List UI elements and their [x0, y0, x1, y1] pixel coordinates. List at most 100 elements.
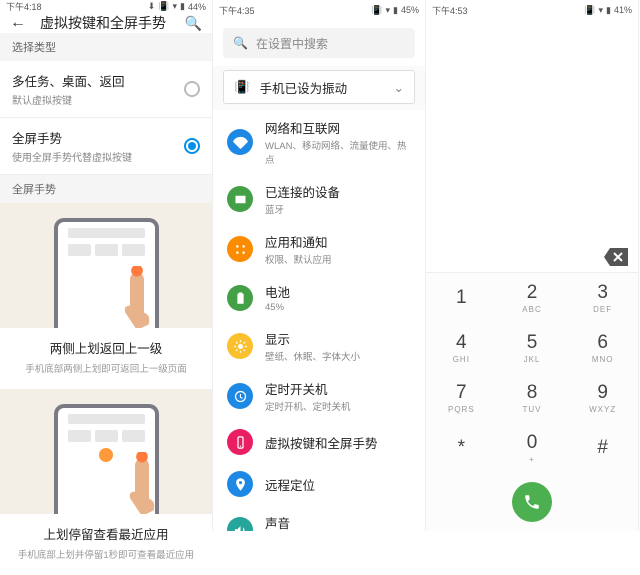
- radio-icon: [184, 81, 200, 97]
- battery-label: 44%: [188, 2, 206, 12]
- key-letters: ABC: [522, 305, 541, 314]
- key-number: 4: [456, 332, 467, 354]
- vibrate-icon: 📳: [371, 5, 382, 16]
- radio-default-navkeys[interactable]: 多任务、桌面、返回 默认虚拟按键: [0, 61, 212, 118]
- gesture-title: 上划停留查看最近应用: [6, 524, 206, 543]
- gesture-subtitle: 手机底部上划并停留1秒即可查看最近应用: [6, 547, 206, 561]
- hand-icon: [102, 266, 172, 328]
- key-letters: TUV: [522, 405, 541, 414]
- dial-key-7[interactable]: 7PQRS: [426, 373, 497, 423]
- dial-key-#[interactable]: #: [567, 423, 638, 473]
- settings-row-title: 虚拟按键和全屏手势: [265, 433, 378, 452]
- status-time: 下午4:53: [432, 4, 468, 17]
- key-number: 6: [597, 332, 608, 354]
- settings-row[interactable]: 虚拟按键和全屏手势: [213, 421, 425, 463]
- radio-sublabel: 默认虚拟按键: [12, 92, 125, 107]
- radio-icon-checked: [184, 138, 200, 154]
- settings-icon: [227, 471, 253, 497]
- gesture-title: 两侧上划返回上一级: [6, 338, 206, 357]
- battery-label: 41%: [614, 5, 632, 15]
- dial-key-3[interactable]: 3DEF: [567, 273, 638, 323]
- dial-key-2[interactable]: 2ABC: [497, 273, 568, 323]
- settings-list: 网络和互联网WLAN、移动网络、流量使用、热点 已连接的设备蓝牙 应用和通知权限…: [213, 110, 425, 531]
- key-letters: DEF: [593, 305, 612, 314]
- radio-sublabel: 使用全屏手势代替虚拟按键: [12, 149, 132, 164]
- settings-row[interactable]: 显示壁纸、休眠、字体大小: [213, 321, 425, 371]
- backspace-icon[interactable]: [604, 248, 628, 266]
- settings-row-subtitle: 权限、默认应用: [265, 252, 332, 266]
- dial-keypad: 12ABC3DEF4GHI5JKL6MNO7PQRS8TUV9WXYZ*0+#: [426, 272, 638, 473]
- status-bar: 下午4:35 📳 ▾ ▮ 45%: [213, 0, 425, 20]
- status-time: 下午4:18: [6, 0, 42, 13]
- download-icon: ⬇: [148, 1, 156, 12]
- settings-row-title: 显示: [265, 329, 360, 348]
- settings-row-title: 网络和互联网: [265, 118, 411, 137]
- settings-row[interactable]: 声音音量、振动、勿扰: [213, 505, 425, 531]
- dial-key-6[interactable]: 6MNO: [567, 323, 638, 373]
- settings-row[interactable]: 网络和互联网WLAN、移动网络、流量使用、热点: [213, 110, 425, 174]
- settings-row-title: 应用和通知: [265, 232, 332, 251]
- search-icon: 🔍: [233, 36, 248, 50]
- settings-search[interactable]: 🔍 在设置中搜索: [223, 28, 415, 58]
- key-number: 2: [527, 282, 538, 304]
- chevron-down-icon: ⌄: [394, 80, 404, 95]
- dial-key-4[interactable]: 4GHI: [426, 323, 497, 373]
- vibrate-icon: 📳: [158, 1, 169, 12]
- radio-label: 全屏手势: [12, 128, 132, 147]
- key-letters: +: [529, 455, 535, 464]
- settings-row[interactable]: 远程定位: [213, 463, 425, 505]
- settings-row-title: 定时开关机: [265, 379, 351, 398]
- dial-key-*[interactable]: *: [426, 423, 497, 473]
- dial-key-1[interactable]: 1: [426, 273, 497, 323]
- key-number: 1: [456, 287, 467, 309]
- search-icon[interactable]: 🔍: [185, 15, 202, 32]
- status-icons: 📳 ▾ ▮ 41%: [584, 5, 632, 16]
- key-number: 8: [527, 382, 538, 404]
- dial-display: [426, 20, 638, 272]
- gesture-card-swipe-hold: 上划停留查看最近应用 手机底部上划并停留1秒即可查看最近应用: [0, 389, 212, 575]
- settings-row-title: 声音: [265, 513, 341, 531]
- status-icons: 📳 ▾ ▮ 45%: [371, 5, 419, 16]
- wifi-icon: ▾: [173, 1, 178, 12]
- radio-label: 多任务、桌面、返回: [12, 71, 125, 90]
- dial-key-5[interactable]: 5JKL: [497, 323, 568, 373]
- gesture-illustration: [0, 389, 212, 514]
- settings-row[interactable]: 电池45%: [213, 274, 425, 321]
- settings-icon: [227, 236, 253, 262]
- settings-row[interactable]: 已连接的设备蓝牙: [213, 174, 425, 224]
- dial-key-0[interactable]: 0+: [497, 423, 568, 473]
- settings-row[interactable]: 定时开关机定时开机、定时关机: [213, 371, 425, 421]
- battery-label: 45%: [401, 5, 419, 15]
- key-letters: PQRS: [448, 405, 475, 414]
- screen-gesture-settings: 下午4:18 ⬇ 📳 ▾ ▮ 44% ← 虚拟按键和全屏手势 🔍 选择类型 多任…: [0, 0, 213, 531]
- settings-icon: [227, 429, 253, 455]
- dial-key-9[interactable]: 9WXYZ: [567, 373, 638, 423]
- page-title: 虚拟按键和全屏手势: [40, 13, 171, 33]
- key-number: 3: [597, 282, 608, 304]
- vibrate-banner[interactable]: 📳 手机已设为振动 ⌄: [223, 70, 415, 104]
- settings-icon: [227, 186, 253, 212]
- vibrate-icon: 📳: [584, 5, 595, 16]
- settings-icon: [227, 517, 253, 531]
- wifi-icon: ▾: [599, 5, 604, 16]
- key-letters: MNO: [592, 355, 614, 364]
- back-icon[interactable]: ←: [10, 14, 26, 32]
- key-letters: JKL: [524, 355, 541, 364]
- key-number: #: [597, 437, 608, 459]
- screen-dialer: 下午4:53 📳 ▾ ▮ 41% 12ABC3DEF4GHI5JKL6MNO7P…: [426, 0, 639, 531]
- settings-row[interactable]: 应用和通知权限、默认应用: [213, 224, 425, 274]
- radio-fullscreen-gesture[interactable]: 全屏手势 使用全屏手势代替虚拟按键: [0, 118, 212, 175]
- signal-icon: ▮: [393, 5, 398, 16]
- settings-icon: [227, 383, 253, 409]
- call-button[interactable]: [512, 482, 552, 522]
- settings-row-subtitle: 蓝牙: [265, 202, 340, 216]
- key-number: 0: [527, 432, 538, 454]
- gesture-subtitle: 手机底部两侧上划即可返回上一级页面: [6, 361, 206, 375]
- status-icons: ⬇ 📳 ▾ ▮ 44%: [148, 1, 206, 12]
- settings-icon: [227, 285, 253, 311]
- signal-icon: ▮: [606, 5, 611, 16]
- settings-row-subtitle: 45%: [265, 302, 290, 313]
- key-number: 5: [527, 332, 538, 354]
- banner-text: 手机已设为振动: [260, 78, 348, 97]
- dial-key-8[interactable]: 8TUV: [497, 373, 568, 423]
